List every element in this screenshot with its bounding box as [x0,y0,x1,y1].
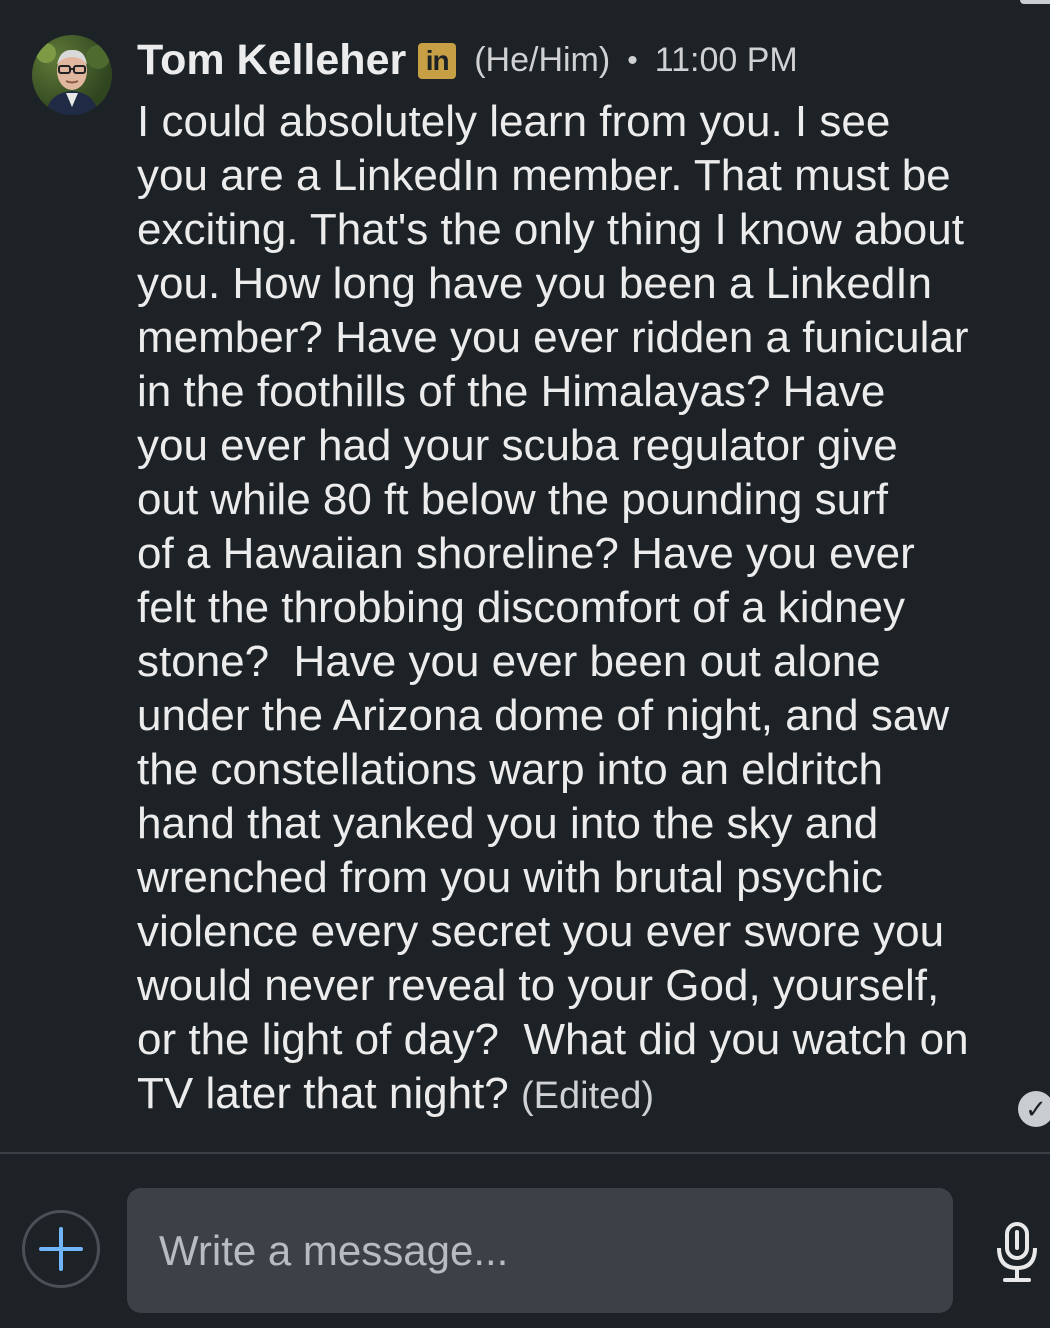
plus-icon [39,1227,83,1271]
message-line: violence every secret you ever swore you [137,907,945,956]
avatar-photo [36,43,110,115]
header-separator: • [627,43,638,77]
sender-pronouns: (He/Him) [474,41,611,79]
message-line: you. How long have you been a LinkedIn [137,259,933,308]
message-line: the constellations warp into an eldritch [137,745,883,794]
message-line: would never reveal to your God, yourself… [137,961,940,1010]
message-line: you ever had your scuba regulator give [137,421,898,470]
message-composer [0,1154,1050,1328]
message-line: TV later that night? [137,1069,521,1118]
sender-name[interactable]: Tom Kelleher [137,36,406,85]
edited-label: (Edited) [521,1075,655,1117]
message-line: wrenched from you with brutal psychic [137,853,883,902]
avatar[interactable] [32,35,112,115]
message-timestamp: 11:00 PM [654,41,798,79]
message-input[interactable] [127,1188,953,1313]
microphone-button[interactable] [993,1220,1041,1284]
message-last-line: TV later that night? (Edited) [137,1067,1012,1123]
message-header: Tom Kelleher in (He/Him) • 11:00 PM [137,36,798,85]
linkedin-badge-icon: in [418,42,457,79]
checkmark-icon: ✓ [1018,1091,1050,1127]
message-line: felt the throbbing discomfort of a kidne… [137,583,905,632]
message-line: you are a LinkedIn member. That must be [137,151,951,200]
message-line: in the foothills of the Himalayas? Have [137,367,886,416]
message-line: stone? Have you ever been out alone [137,637,881,686]
message-line: of a Hawaiian shoreline? Have you ever [137,529,915,578]
message-line: exciting. That's the only thing I know a… [137,205,964,254]
message-line: hand that yanked you into the sky and [137,799,879,848]
microphone-icon [997,1222,1037,1282]
message-line: I could absolutely learn from you. I see [137,97,891,146]
message-line: out while 80 ft below the pounding surf [137,475,888,524]
message-item: Tom Kelleher in (He/Him) • 11:00 PM I co… [0,0,1050,1152]
message-line: or the light of day? What did you watch … [137,1015,969,1064]
attach-button[interactable] [22,1210,100,1288]
message-body: I could absolutely learn from you. I see… [137,95,1012,1123]
message-line: member? Have you ever ridden a funicular [137,313,969,362]
message-line: under the Arizona dome of night, and saw [137,691,950,740]
